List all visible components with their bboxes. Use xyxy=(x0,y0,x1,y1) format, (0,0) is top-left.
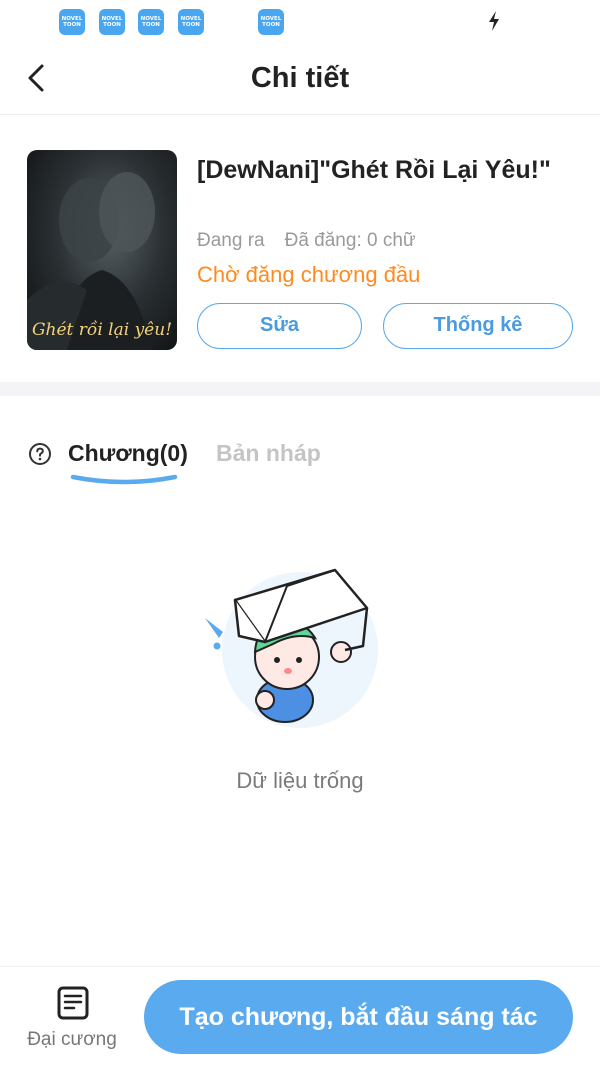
cover-title: Ghét rồi lại yêu! xyxy=(31,320,173,340)
outline-button[interactable]: Đại cương xyxy=(22,982,122,1056)
question-circle-icon[interactable] xyxy=(28,442,52,466)
novel-toon-icon: NOVEL TOON xyxy=(258,9,284,35)
word-count: Đã đăng: 0 chữ xyxy=(284,230,416,251)
bottom-divider xyxy=(0,966,600,967)
novel-toon-icon: NOVEL TOON xyxy=(99,9,125,35)
book-status: Đang ra xyxy=(197,230,265,251)
novel-toon-icon: NOVEL TOON xyxy=(178,9,204,35)
box-character-illustration xyxy=(205,568,378,728)
book-meta: Đang ra Đã đăng: 0 chữ xyxy=(197,230,416,252)
tab-chapters[interactable]: Chương(0) xyxy=(68,440,188,467)
document-list-icon xyxy=(57,986,89,1020)
lightning-icon xyxy=(489,11,499,31)
novel-toon-icon: NOVEL TOON xyxy=(59,9,85,35)
active-tab-indicator xyxy=(70,474,178,485)
page-title: Chi tiết xyxy=(250,62,350,94)
section-divider xyxy=(0,382,600,396)
edit-button[interactable]: Sửa xyxy=(197,303,362,349)
tab-drafts[interactable]: Bản nháp xyxy=(216,440,321,467)
status-bar: NOVEL TOON NOVEL TOON NOVEL TOON NOVEL TOON … xyxy=(0,0,600,44)
create-chapter-button[interactable]: Tạo chương, bắt đầu sáng tác xyxy=(144,980,573,1054)
publish-notice: Chờ đăng chương đầu xyxy=(197,262,421,287)
stats-button[interactable]: Thống kê xyxy=(383,303,573,349)
outline-label: Đại cương xyxy=(27,1029,117,1050)
book-cover[interactable]: Ghét rồi lại yêu! xyxy=(27,150,177,350)
empty-state-text: Dữ liệu trống xyxy=(236,768,364,793)
novel-toon-icon: NOVEL TOON xyxy=(138,9,164,35)
book-title: [DewNani]"Ghét Rồi Lại Yêu!" xyxy=(197,156,551,184)
header: Chi tiết xyxy=(0,44,600,115)
